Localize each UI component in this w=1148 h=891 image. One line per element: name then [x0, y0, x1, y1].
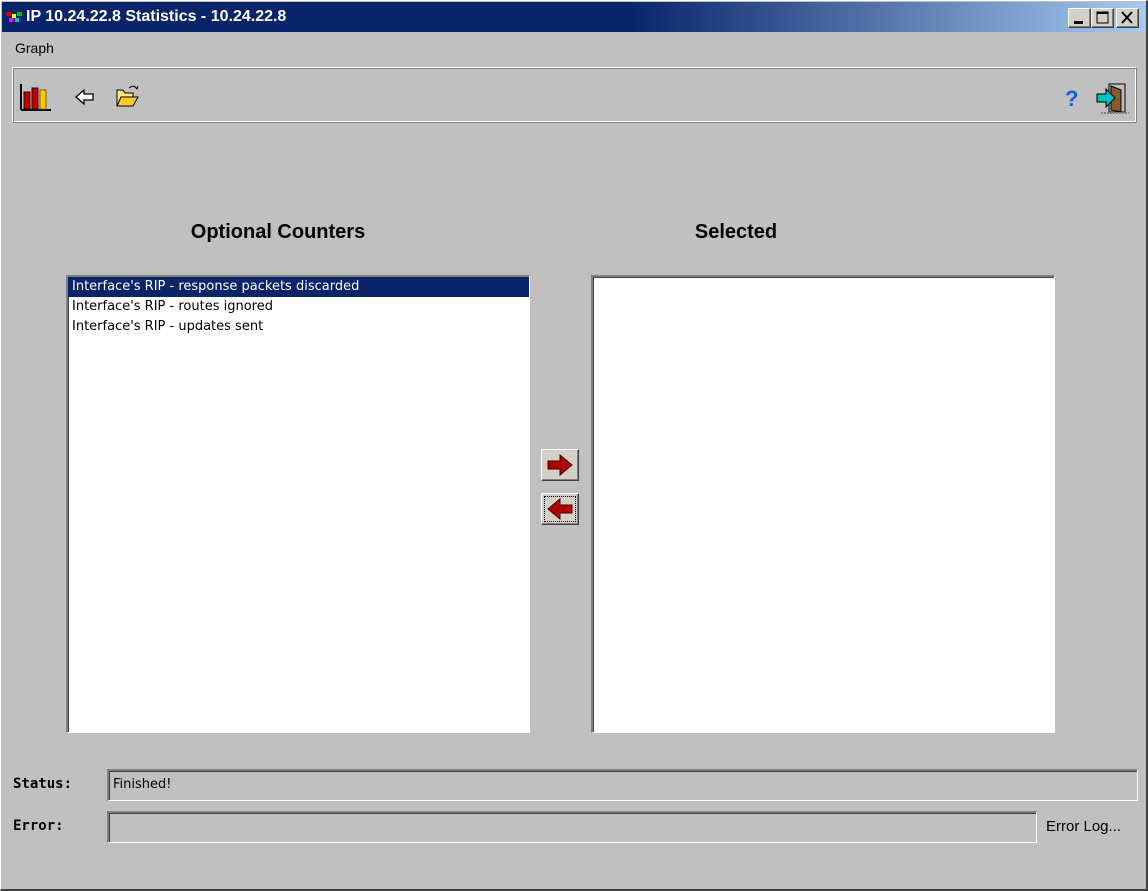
- window-title: IP 10.24.22.8 Statistics - 10.24.22.8: [26, 8, 287, 25]
- help-button[interactable]: ?: [1059, 82, 1091, 112]
- open-folder-icon: [116, 85, 139, 107]
- selected-heading: Selected: [694, 221, 778, 243]
- list-item[interactable]: Interface's RIP - routes ignored: [68, 297, 529, 317]
- maximize-icon: [1096, 11, 1109, 24]
- toolbar: ?: [12, 67, 1137, 123]
- exit-icon: [1096, 83, 1129, 114]
- open-button[interactable]: [113, 82, 145, 112]
- optional-counters-list[interactable]: Interface's RIP - response packets disca…: [66, 275, 530, 733]
- bar-chart-icon: [20, 84, 51, 111]
- list-item[interactable]: Interface's RIP - updates sent: [68, 317, 529, 337]
- optional-counters-heading: Optional Counters: [190, 221, 366, 243]
- svg-text:?: ?: [1065, 86, 1078, 111]
- left-arrow-icon: [547, 497, 573, 521]
- add-counter-button[interactable]: [541, 449, 579, 481]
- status-field: Finished!: [107, 769, 1138, 801]
- error-log-link[interactable]: Error Log...: [1046, 818, 1121, 835]
- menu-bar: Graph: [9, 37, 60, 59]
- error-field: [107, 811, 1037, 843]
- menu-graph[interactable]: Graph: [9, 40, 60, 56]
- maximize-button[interactable]: [1091, 8, 1114, 28]
- back-arrow-icon: [75, 88, 94, 106]
- back-button[interactable]: [73, 82, 105, 112]
- error-label: Error:: [13, 818, 64, 834]
- app-icon: [6, 10, 22, 24]
- minimize-button[interactable]: [1068, 8, 1091, 28]
- graph-button[interactable]: [19, 82, 51, 112]
- title-bar[interactable]: IP 10.24.22.8 Statistics - 10.24.22.8: [2, 2, 1145, 32]
- list-item[interactable]: Interface's RIP - response packets disca…: [68, 277, 529, 297]
- exit-button[interactable]: [1095, 82, 1129, 114]
- close-icon: [1121, 11, 1133, 24]
- remove-counter-button[interactable]: [541, 493, 579, 525]
- right-arrow-icon: [547, 453, 573, 477]
- statistics-window: IP 10.24.22.8 Statistics - 10.24.22.8 Gr…: [0, 0, 1148, 891]
- minimize-icon: [1074, 21, 1083, 24]
- selected-list[interactable]: [591, 275, 1055, 733]
- close-button[interactable]: [1116, 8, 1139, 28]
- status-label: Status:: [13, 776, 73, 792]
- help-icon: ?: [1065, 86, 1078, 111]
